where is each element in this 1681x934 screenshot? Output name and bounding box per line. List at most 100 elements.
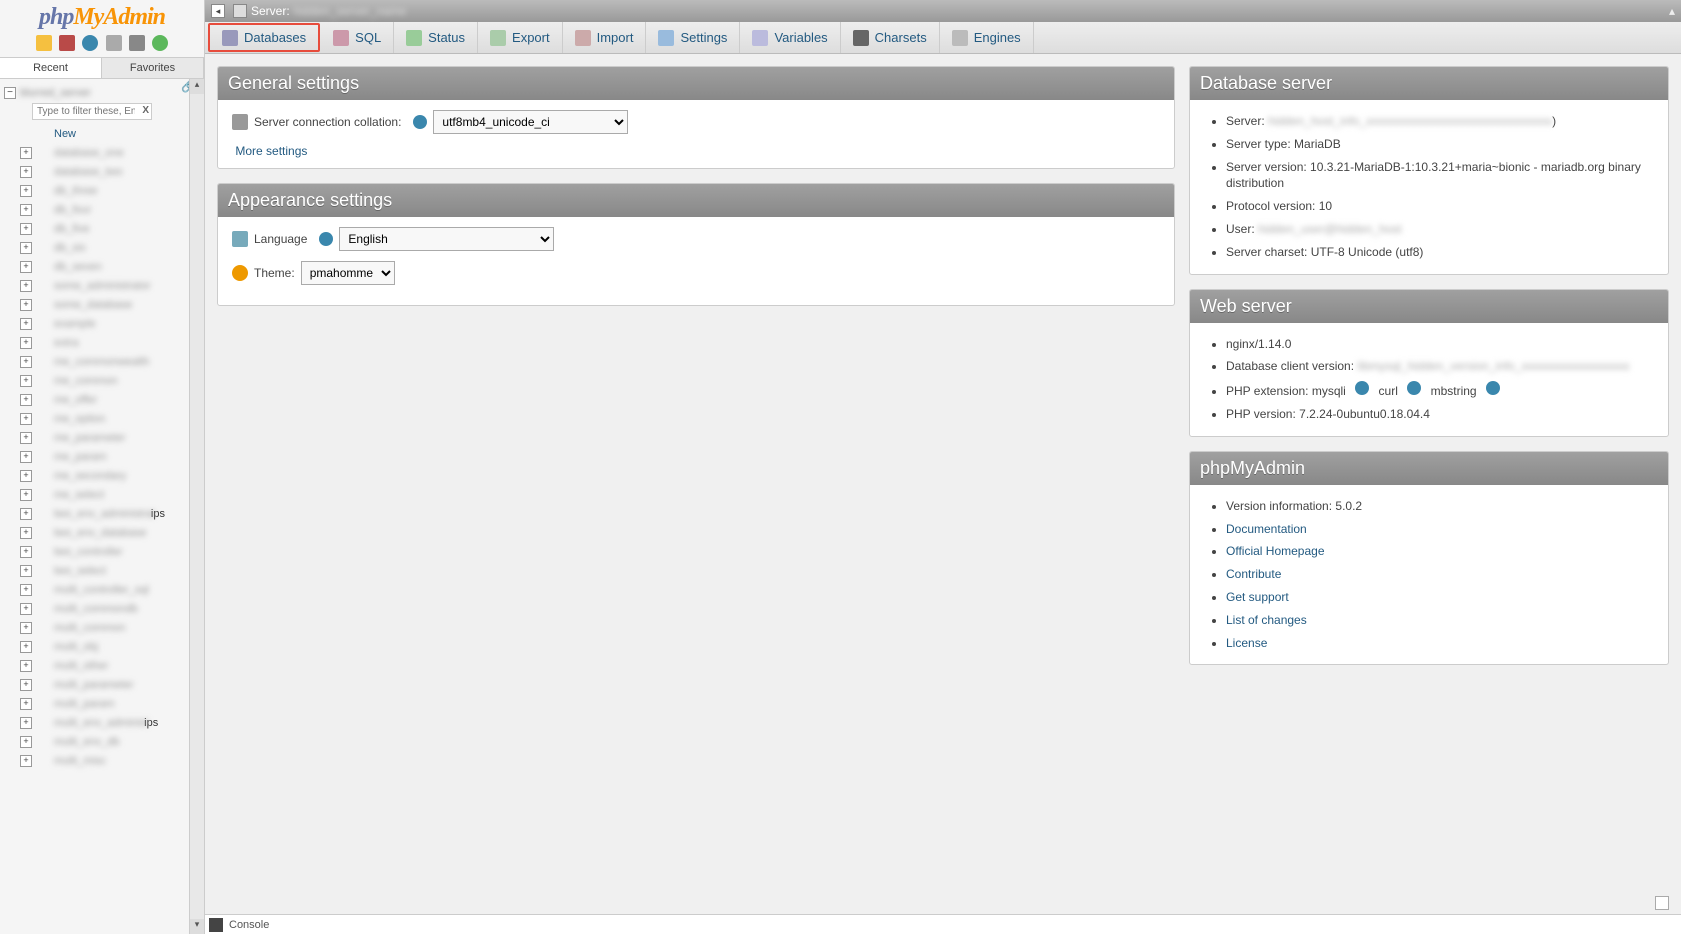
expand-icon[interactable]: + <box>20 242 32 254</box>
sidebar-item-database[interactable]: +extra <box>2 333 202 352</box>
tab-recent[interactable]: Recent <box>0 58 102 78</box>
expand-icon[interactable]: + <box>20 204 32 216</box>
sidebar-item-database[interactable]: +multi_env_administips <box>2 713 202 732</box>
expand-icon[interactable]: + <box>20 185 32 197</box>
expand-icon[interactable]: + <box>20 223 32 235</box>
expand-icon[interactable]: + <box>20 432 32 444</box>
expand-icon[interactable]: + <box>20 717 32 729</box>
tab-variables[interactable]: Variables <box>740 22 840 53</box>
server-name[interactable]: hidden_server_name <box>294 4 407 18</box>
sidebar-item-database[interactable]: +multi_obj <box>2 637 202 656</box>
tab-export[interactable]: Export <box>478 22 563 53</box>
expand-icon[interactable]: + <box>20 394 32 406</box>
expand-icon[interactable]: + <box>20 451 32 463</box>
expand-icon[interactable]: + <box>20 489 32 501</box>
nav-settings-icon[interactable] <box>129 35 145 51</box>
sidebar-item-database[interactable]: +me_option <box>2 409 202 428</box>
tab-databases[interactable]: Databases <box>208 23 320 52</box>
tab-sql[interactable]: SQL <box>321 22 394 53</box>
sidebar-item-database[interactable]: +multi_env_db <box>2 732 202 751</box>
expand-icon[interactable]: + <box>20 356 32 368</box>
link-get-support[interactable]: Get support <box>1226 590 1289 604</box>
expand-icon[interactable]: + <box>20 679 32 691</box>
expand-icon[interactable]: + <box>20 527 32 539</box>
help-icon[interactable] <box>1355 381 1369 395</box>
help-icon[interactable] <box>413 115 427 129</box>
page-collapse-icon[interactable]: ▴ <box>1669 4 1675 18</box>
collapse-icon[interactable]: − <box>4 87 16 99</box>
expand-icon[interactable]: + <box>20 470 32 482</box>
page-settings-icon[interactable] <box>1655 896 1669 910</box>
expand-icon[interactable]: + <box>20 508 32 520</box>
expand-icon[interactable]: + <box>20 736 32 748</box>
expand-icon[interactable]: + <box>20 261 32 273</box>
sidebar-item-database[interactable]: +multi_parameter <box>2 675 202 694</box>
link-list-of-changes[interactable]: List of changes <box>1226 613 1307 627</box>
expand-icon[interactable]: + <box>20 337 32 349</box>
language-select[interactable]: English <box>339 227 554 251</box>
tab-charsets[interactable]: Charsets <box>841 22 940 53</box>
sidebar-item-database[interactable]: +me_commonwealth <box>2 352 202 371</box>
expand-icon[interactable]: + <box>20 546 32 558</box>
link-documentation[interactable]: Documentation <box>1226 522 1307 536</box>
sidebar-item-database[interactable]: +me_param <box>2 447 202 466</box>
sidebar-item-database[interactable]: +database_one <box>2 143 202 162</box>
expand-icon[interactable]: + <box>20 622 32 634</box>
expand-icon[interactable]: + <box>20 698 32 710</box>
sidebar-item-database[interactable]: +db_three <box>2 181 202 200</box>
expand-icon[interactable]: + <box>20 299 32 311</box>
sidebar-item-database[interactable]: +New <box>2 124 202 143</box>
sidebar-item-database[interactable]: +database_two <box>2 162 202 181</box>
sidebar-item-database[interactable]: +two_select <box>2 561 202 580</box>
sidebar-item-database[interactable]: +multi_other <box>2 656 202 675</box>
sidebar-item-database[interactable]: +db_six <box>2 238 202 257</box>
sidebar-item-database[interactable]: +two_env_administratips <box>2 504 202 523</box>
link-license[interactable]: License <box>1226 636 1267 650</box>
tab-status[interactable]: Status <box>394 22 478 53</box>
scroll-down-icon[interactable]: ▾ <box>190 919 204 934</box>
filter-clear-icon[interactable]: X <box>142 105 149 116</box>
link-contribute[interactable]: Contribute <box>1226 567 1281 581</box>
sidebar-item-database[interactable]: +multi_param <box>2 694 202 713</box>
sidebar-item-database[interactable]: +me_common <box>2 371 202 390</box>
collation-select[interactable]: utf8mb4_unicode_ci <box>433 110 628 134</box>
filter-input[interactable] <box>32 103 152 120</box>
logout-icon[interactable] <box>59 35 75 51</box>
tree-scrollbar[interactable]: ▴ ▾ <box>189 79 204 934</box>
console-bar[interactable]: Console <box>205 914 1681 934</box>
sidebar-item-database[interactable]: +db_five <box>2 219 202 238</box>
sidebar-item-database[interactable]: +multi_common <box>2 618 202 637</box>
tab-engines[interactable]: Engines <box>940 22 1034 53</box>
tab-settings[interactable]: Settings <box>646 22 740 53</box>
tree-root[interactable]: − blurred_server <box>4 87 202 99</box>
help-icon[interactable] <box>319 232 333 246</box>
expand-icon[interactable]: + <box>20 318 32 330</box>
help-icon[interactable] <box>1486 381 1500 395</box>
nav-sql-icon[interactable] <box>106 35 122 51</box>
expand-icon[interactable]: + <box>20 584 32 596</box>
sidebar-item-database[interactable]: +multi_misc <box>2 751 202 770</box>
expand-icon[interactable]: + <box>20 166 32 178</box>
tab-favorites[interactable]: Favorites <box>102 58 204 78</box>
logo[interactable]: phpMyAdmin <box>0 0 204 33</box>
sidebar-item-database[interactable]: +multi_controller_sql <box>2 580 202 599</box>
sidebar-item-database[interactable]: +db_four <box>2 200 202 219</box>
expand-icon[interactable]: + <box>20 660 32 672</box>
sidebar-item-database[interactable]: +multi_commondb <box>2 599 202 618</box>
tab-import[interactable]: Import <box>563 22 647 53</box>
expand-icon[interactable]: + <box>20 375 32 387</box>
sidebar-item-database[interactable]: +me_select <box>2 485 202 504</box>
reload-icon[interactable] <box>152 35 168 51</box>
sidebar-item-database[interactable]: +me_parameter <box>2 428 202 447</box>
expand-icon[interactable]: + <box>20 280 32 292</box>
more-settings-link[interactable]: More settings <box>235 144 307 158</box>
home-icon[interactable] <box>36 35 52 51</box>
expand-icon[interactable]: + <box>20 413 32 425</box>
sidebar-item-database[interactable]: +two_env_database <box>2 523 202 542</box>
expand-icon[interactable]: + <box>20 603 32 615</box>
docs-icon[interactable] <box>82 35 98 51</box>
sidebar-item-database[interactable]: +db_seven <box>2 257 202 276</box>
sidebar-item-database[interactable]: +me_secondary <box>2 466 202 485</box>
help-icon[interactable] <box>1407 381 1421 395</box>
expand-icon[interactable]: + <box>20 147 32 159</box>
